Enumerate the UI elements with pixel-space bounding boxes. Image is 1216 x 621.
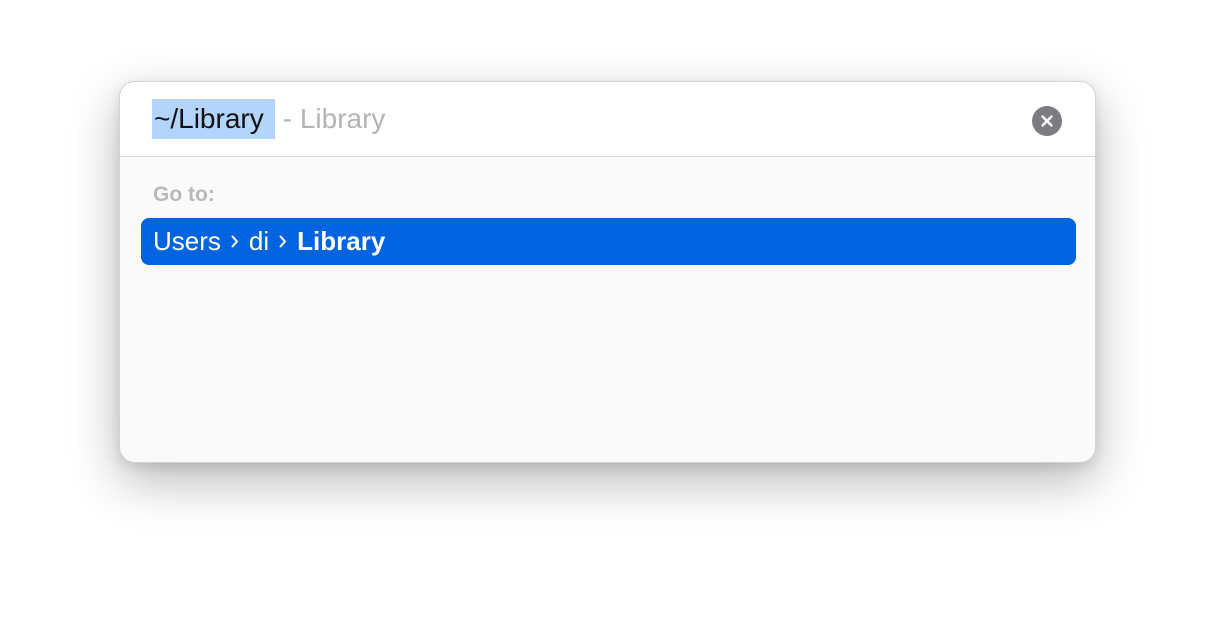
crumb-users: Users [153,226,221,256]
stage: ~/Library - Library Go to: Users di Libr… [0,0,1216,621]
selected-path-text[interactable]: ~/Library [152,99,275,139]
path-search-bar[interactable]: ~/Library - Library [120,82,1095,157]
xmark-circle-icon [1041,115,1053,127]
chevron-right-icon [277,218,289,265]
go-to-folder-dialog: ~/Library - Library Go to: Users di Libr… [119,81,1096,463]
chevron-right-icon [229,218,241,265]
crumb-user: di [248,226,270,256]
path-input[interactable]: ~/Library - Library [152,99,385,139]
result-row-selected[interactable]: Users di Library [141,218,1076,265]
crumb-library: Library [297,226,386,256]
path-completion-hint: - Library [282,103,386,134]
go-to-label: Go to: [153,183,215,206]
clear-button[interactable] [1032,106,1062,136]
